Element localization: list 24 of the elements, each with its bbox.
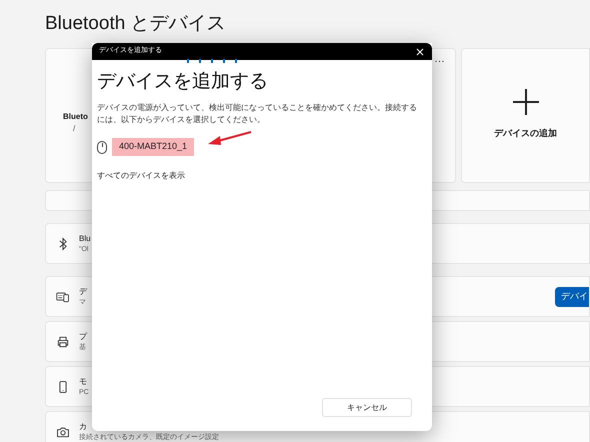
- arrow-annotation: [208, 131, 252, 147]
- device-item[interactable]: 400-MABT210_1: [112, 138, 194, 156]
- row-title: モ: [79, 376, 87, 388]
- printer-icon: [56, 334, 70, 348]
- page-title: Bluetooth とデバイス: [45, 12, 227, 36]
- device-name: Blueto: [63, 111, 88, 123]
- row-title: プ: [79, 330, 87, 342]
- dialog-description: デバイスの電源が入っていて、検出可能になっていることを確かめてください。接続するには、以下からデバイスを選択してください。: [97, 102, 418, 126]
- cancel-button[interactable]: キャンセル: [322, 398, 412, 417]
- row-title: デ: [79, 286, 87, 298]
- dialog-heading: デバイスを追加する: [97, 70, 269, 94]
- progress-dots-icon: [187, 59, 237, 63]
- camera-icon: [56, 424, 70, 438]
- plus-icon: [512, 89, 538, 115]
- row-title: Blu: [79, 232, 91, 244]
- add-device-card[interactable]: デバイスの追加: [461, 48, 590, 183]
- show-all-link[interactable]: すべてのデバイスを表示: [97, 170, 185, 182]
- keyboard-icon: [56, 290, 70, 304]
- close-button[interactable]: [415, 46, 425, 56]
- device-status: /: [72, 123, 76, 135]
- row-title: カ: [79, 420, 87, 432]
- mouse-icon: [97, 140, 107, 154]
- add-device-button[interactable]: デバイ: [555, 286, 589, 306]
- more-button[interactable]: …: [434, 51, 445, 68]
